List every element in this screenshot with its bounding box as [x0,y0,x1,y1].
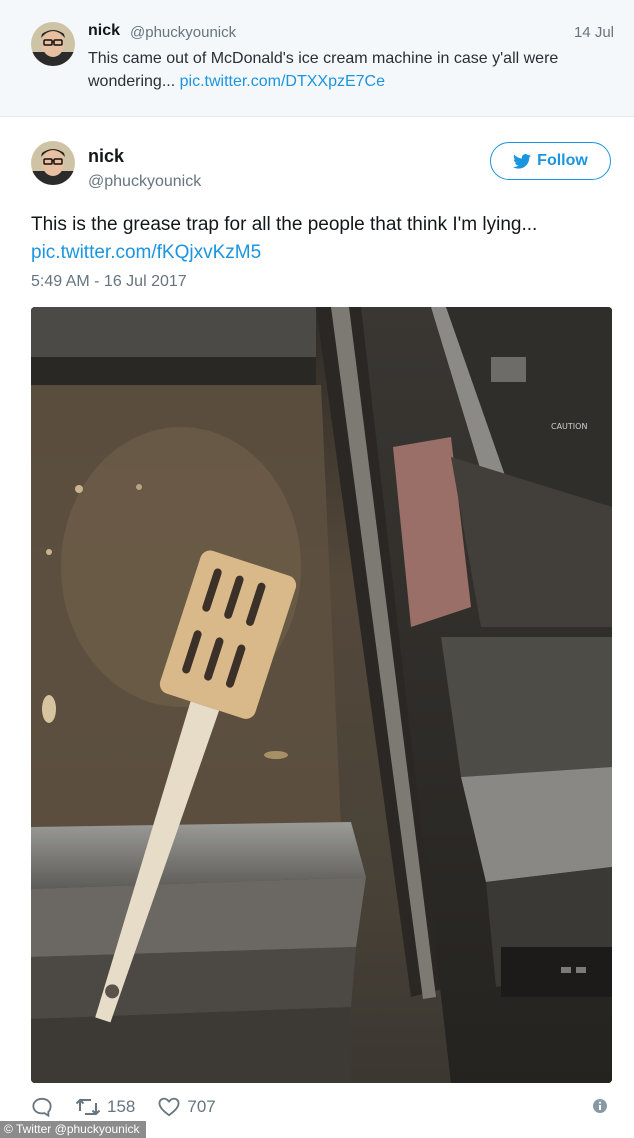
tweet-text: This is the grease trap for all the peop… [31,211,611,267]
tweet-timestamp[interactable]: 5:49 AM - 16 Jul 2017 [31,273,187,291]
heart-icon [158,1097,180,1117]
tweet-link[interactable]: pic.twitter.com/DTXXpzE7Ce [180,73,385,90]
author-name[interactable]: nick [88,146,124,167]
reply-icon [32,1097,52,1117]
caution-label: CAUTION [551,422,587,431]
retweet-icon [75,1098,101,1116]
tweet-actions: 158 707 [31,1093,238,1121]
follow-label: Follow [537,152,588,169]
info-icon[interactable] [592,1098,608,1114]
author-handle[interactable]: @phuckyounick [88,173,201,191]
avatar[interactable] [31,141,75,185]
tweet-text-body: This is the grease trap for all the peop… [31,214,538,235]
retweet-count: 158 [107,1097,136,1116]
like-button[interactable]: 707 [157,1097,216,1117]
tweet-text: This came out of McDonald's ice cream ma… [88,47,618,93]
retweet-button[interactable]: 158 [75,1097,135,1117]
author-name[interactable]: nick [88,22,120,40]
tweet-date[interactable]: 14 Jul [574,24,614,41]
previous-tweet[interactable]: nick @phuckyounick 14 Jul This came out … [0,0,634,117]
reply-button[interactable] [31,1097,53,1117]
avatar[interactable] [31,22,75,66]
grill-photo: CAUTION [31,307,612,1083]
tweet-link[interactable]: pic.twitter.com/fKQjxvKzM5 [31,242,261,263]
follow-button[interactable]: Follow [490,142,611,180]
author-handle[interactable]: @phuckyounick [130,24,236,41]
twitter-bird-icon [513,153,532,169]
like-count: 707 [187,1097,216,1116]
image-credit: © Twitter @phuckyounick [0,1121,146,1138]
tweet-photo[interactable]: CAUTION [31,307,612,1083]
